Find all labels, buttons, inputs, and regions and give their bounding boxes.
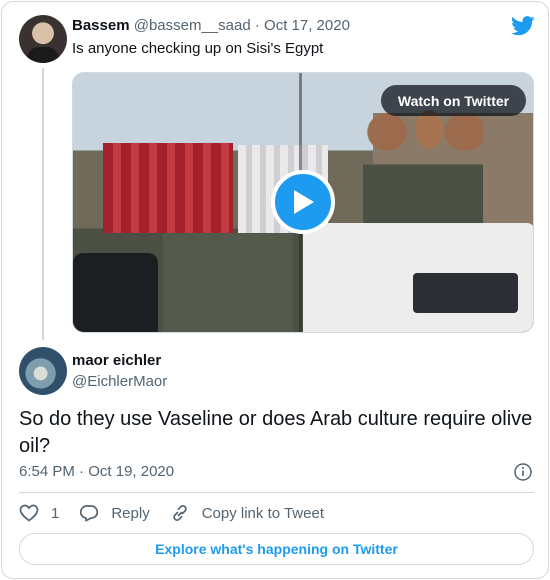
- watch-on-twitter-button[interactable]: Watch on Twitter: [381, 85, 526, 116]
- play-button[interactable]: [271, 170, 335, 234]
- tweet-actions: 1 Reply Copy link to Tweet: [19, 502, 344, 524]
- main-author-handle[interactable]: @EichlerMaor: [72, 373, 167, 390]
- tweet-date[interactable]: Oct 19, 2020: [88, 463, 174, 480]
- reply-icon: [80, 505, 99, 522]
- heart-icon: [19, 504, 39, 522]
- main-tweet-text: So do they use Vaseline or does Arab cul…: [19, 408, 533, 457]
- avatar-maor[interactable]: [19, 347, 67, 395]
- copy-link-label: Copy link to Tweet: [201, 504, 324, 522]
- tweet-time[interactable]: 6:54 PM: [19, 463, 75, 480]
- meta-separator: ·: [254, 17, 260, 34]
- parent-tweet-header: Bassem @bassem__saad · Oct 17, 2020: [72, 17, 350, 34]
- explore-twitter-button[interactable]: Explore what's happening on Twitter: [19, 533, 534, 565]
- parent-tweet-date[interactable]: Oct 17, 2020: [264, 17, 350, 34]
- play-icon: [294, 190, 314, 214]
- link-icon: [172, 505, 187, 521]
- meta-separator: ·: [79, 463, 85, 480]
- parent-author-handle[interactable]: @bassem__saad: [134, 17, 251, 34]
- thread-connector: [42, 68, 44, 340]
- like-count: 1: [51, 504, 60, 522]
- like-button[interactable]: 1: [19, 504, 59, 522]
- parent-tweet-text: Is anyone checking up on Sisi's Egypt: [72, 40, 324, 57]
- reply-label: Reply: [111, 504, 150, 522]
- copy-link-button[interactable]: Copy link to Tweet: [170, 504, 324, 522]
- parent-author-name[interactable]: Bassem: [72, 17, 130, 34]
- twitter-bird-icon[interactable]: [511, 16, 535, 36]
- main-tweet-timestamp[interactable]: 6:54 PM · Oct 19, 2020: [19, 463, 174, 480]
- reply-button[interactable]: Reply: [79, 504, 150, 522]
- info-icon[interactable]: [514, 463, 532, 481]
- tweet-embed-card: Bassem @bassem__saad · Oct 17, 2020 Is a…: [1, 1, 549, 579]
- divider: [19, 492, 534, 493]
- avatar-bassem[interactable]: [19, 15, 67, 63]
- main-author-name[interactable]: maor eichler: [72, 352, 161, 369]
